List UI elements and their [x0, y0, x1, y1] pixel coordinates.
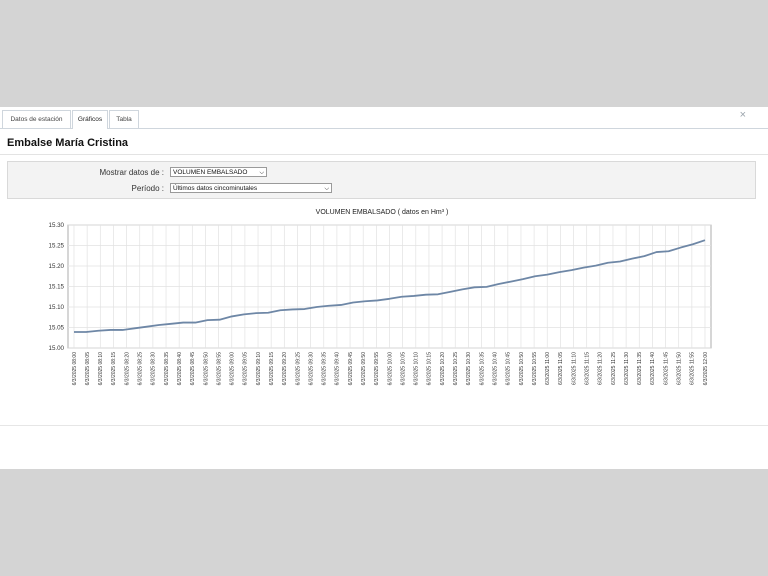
x-tick-label: 6/3/2025 09:55 — [374, 352, 380, 386]
x-tick-label: 6/3/2025 08:50 — [203, 352, 209, 386]
x-tick-label: 6/3/2025 08:00 — [72, 352, 78, 386]
y-tick-label: 15.00 — [49, 345, 65, 352]
x-tick-label: 6/3/2025 08:05 — [85, 352, 91, 386]
x-tick-label: 6/3/2025 10:40 — [492, 352, 498, 386]
x-tick-label: 6/3/2025 10:05 — [400, 352, 406, 386]
x-tick-label: 6/3/2025 08:10 — [98, 352, 104, 386]
x-tick-label: 6/3/2025 08:15 — [111, 352, 117, 386]
x-tick-label: 6/3/2025 11:50 — [677, 352, 683, 385]
x-tick-label: 6/3/2025 09:30 — [308, 352, 314, 386]
x-tick-label: 6/3/2025 11:35 — [637, 352, 643, 385]
x-tick-label: 6/3/2025 09:15 — [269, 352, 275, 386]
x-tick-label: 6/3/2025 10:00 — [387, 352, 393, 386]
chart-grid — [67, 224, 712, 349]
x-tick-label: 6/3/2025 12:00 — [703, 352, 709, 386]
x-tick-label: 6/3/2025 09:00 — [230, 352, 236, 386]
y-tick-label: 15.25 — [49, 243, 65, 250]
x-tick-label: 6/3/2025 10:35 — [479, 352, 485, 386]
x-tick-label: 6/3/2025 11:00 — [545, 352, 551, 385]
x-tick-label: 6/3/2025 09:25 — [295, 352, 301, 386]
x-tick-label: 6/3/2025 11:10 — [571, 352, 577, 385]
footer-divider — [0, 425, 768, 426]
x-tick-label: 6/3/2025 11:25 — [611, 352, 617, 385]
x-tick-label: 6/3/2025 10:55 — [532, 352, 538, 386]
x-tick-label: 6/3/2025 11:40 — [650, 352, 656, 385]
x-tick-label: 6/3/2025 10:30 — [466, 352, 472, 386]
x-tick-label: 6/3/2025 11:55 — [690, 352, 696, 385]
y-tick-label: 15.10 — [49, 304, 65, 311]
x-tick-label: 6/3/2025 11:05 — [558, 352, 564, 385]
x-tick-label: 6/3/2025 11:45 — [663, 352, 669, 385]
y-tick-label: 15.05 — [49, 325, 65, 332]
x-tick-label: 6/3/2025 11:15 — [584, 352, 590, 385]
x-tick-label: 6/3/2025 10:50 — [519, 352, 525, 386]
x-tick-label: 6/3/2025 09:05 — [243, 352, 249, 386]
x-tick-label: 6/3/2025 10:25 — [453, 352, 459, 386]
x-tick-label: 6/3/2025 08:20 — [124, 352, 130, 386]
x-tick-label: 6/3/2025 09:35 — [322, 352, 328, 386]
x-tick-label: 6/3/2025 09:20 — [282, 352, 288, 386]
x-tick-label: 6/3/2025 08:30 — [151, 352, 157, 386]
y-tick-label: 15.30 — [49, 222, 65, 229]
x-tick-label: 6/3/2025 10:15 — [427, 352, 433, 386]
x-tick-label: 6/3/2025 08:55 — [216, 352, 222, 386]
x-tick-label: 6/3/2025 09:10 — [256, 352, 262, 386]
x-tick-label: 6/3/2025 10:20 — [440, 352, 446, 386]
x-tick-label: 6/3/2025 11:30 — [624, 352, 630, 385]
y-tick-label: 15.20 — [49, 263, 65, 270]
x-tick-label: 6/3/2025 08:35 — [164, 352, 170, 386]
y-axis: 15.30 15.25 15.20 15.15 15.10 15.05 15.00 — [49, 222, 65, 352]
main-panel: Datos de estación Gráficos Tabla × Embal… — [0, 107, 768, 469]
volume-chart: VOLUMEN EMBALSADO ( datos en Hm³ ) 15.30… — [49, 209, 712, 386]
chart-title: VOLUMEN EMBALSADO ( datos en Hm³ ) — [316, 209, 449, 216]
x-tick-label: 6/3/2025 09:40 — [335, 352, 341, 386]
x-tick-label: 6/3/2025 11:20 — [598, 352, 604, 385]
x-tick-label: 6/3/2025 09:50 — [361, 352, 367, 386]
x-tick-label: 6/3/2025 09:45 — [348, 352, 354, 386]
x-tick-label: 6/3/2025 08:45 — [190, 352, 196, 386]
x-tick-label: 6/3/2025 08:40 — [177, 352, 183, 386]
x-tick-label: 6/3/2025 08:25 — [138, 352, 144, 386]
x-axis: 6/3/2025 08:00 6/3/2025 08:05 6/3/2025 08:… — [72, 352, 709, 386]
y-tick-label: 15.15 — [49, 284, 65, 291]
x-tick-label: 6/3/2025 10:10 — [414, 352, 420, 386]
x-tick-label: 6/3/2025 10:45 — [506, 352, 512, 386]
